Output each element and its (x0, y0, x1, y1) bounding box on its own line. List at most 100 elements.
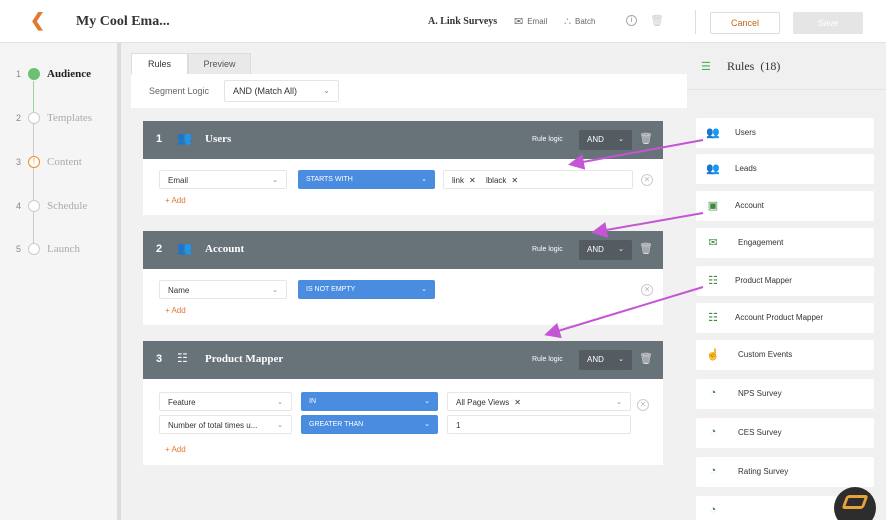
product-mapper-icon: ☷ (708, 312, 718, 324)
envelope-icon: ✉ (708, 237, 718, 249)
chip-text: All Page Views (456, 398, 510, 407)
clear-row-icon[interactable]: ✕ (637, 399, 649, 411)
rule-item-label: Account (735, 201, 764, 210)
add-condition-link[interactable]: + Add (165, 445, 186, 454)
rule-number: 1 (156, 133, 163, 145)
rule-item-custom-events[interactable]: ☝ Custom Events (696, 340, 874, 370)
chevron-down-icon: ⌄ (421, 286, 427, 293)
cancel-button[interactable]: Cancel (710, 12, 780, 34)
rule-logic-label: Rule logic (532, 136, 563, 143)
close-icon[interactable]: ✕ (469, 176, 476, 185)
operator-select[interactable]: STARTS WITH ⌄ (298, 170, 435, 189)
step-empty-icon (28, 112, 40, 124)
field-select[interactable]: Name ⌄ (159, 280, 287, 299)
rule-body-users: Email ⌄ STARTS WITH ⌄ link ✕ lblack ✕ ✕ + … (143, 159, 663, 215)
trash-icon[interactable]: 🗑 (650, 14, 664, 27)
rule-item-leads[interactable]: 👥 Leads (696, 154, 874, 184)
rule-logic-dropdown[interactable]: AND ⌄ (579, 350, 632, 370)
rule-logic-label: Rule logic (532, 246, 563, 253)
email-tool[interactable]: ✉ Email (514, 15, 547, 28)
field-select[interactable]: Email ⌄ (159, 170, 287, 189)
rule-item-users[interactable]: 👥 Users (696, 118, 874, 148)
add-condition-link[interactable]: + Add (165, 196, 186, 205)
operator-value: IN (309, 398, 316, 405)
rule-item-nps-survey[interactable]: ◔ NPS Survey (696, 379, 874, 409)
field-select[interactable]: Number of total times u... ⌄ (159, 415, 292, 434)
rule-title: Users (205, 133, 232, 145)
chip-text: lblack (485, 176, 507, 185)
rule-logic-value: AND (587, 135, 604, 144)
main-panel: Rules Preview Segment Logic AND (Match A… (121, 43, 687, 520)
step-connector (33, 125, 34, 245)
step-number: 4 (16, 201, 22, 211)
chevron-down-icon: ⌄ (277, 399, 283, 406)
rule-logic-dropdown[interactable]: AND ⌄ (579, 130, 632, 150)
info-icon[interactable]: i (626, 15, 637, 26)
step-content[interactable]: 3 ! Content (16, 156, 82, 168)
rule-item-rating-survey[interactable]: ◔ Rating Survey (696, 457, 874, 487)
step-audience[interactable]: 1 Audience (16, 68, 91, 80)
survey-icon: ◔ (709, 426, 717, 438)
rule-title: Product Mapper (205, 353, 284, 365)
step-launch[interactable]: 5 Launch (16, 243, 80, 255)
add-condition-link[interactable]: + Add (165, 306, 186, 315)
rule-item-product-mapper[interactable]: ☷ Product Mapper (696, 266, 874, 296)
trash-icon[interactable]: 🗑 (639, 352, 653, 365)
header-divider (695, 10, 696, 34)
segment-logic-label: Segment Logic (149, 86, 210, 96)
segment-logic-dropdown[interactable]: AND (Match All) ⌄ (224, 80, 339, 102)
operator-value: IS NOT EMPTY (306, 286, 356, 293)
rule-logic-dropdown[interactable]: AND ⌄ (579, 240, 632, 260)
step-templates[interactable]: 2 Templates (16, 112, 92, 124)
list-icon: ☰ (701, 61, 711, 73)
field-value: Number of total times u... (168, 421, 258, 430)
rule-body-account: Name ⌄ IS NOT EMPTY ⌄ ✕ + Add (143, 269, 663, 325)
rule-item-label: Custom Events (738, 350, 793, 359)
envelope-icon: ✉ (514, 16, 524, 28)
clear-row-icon[interactable]: ✕ (641, 284, 653, 296)
value-select[interactable]: All Page Views ✕ ⌄ (447, 392, 631, 411)
rule-item-label: Rating Survey (738, 467, 789, 476)
value-input[interactable]: 1 (447, 415, 631, 434)
batch-icon: ∴ (564, 16, 571, 28)
step-schedule[interactable]: 4 Schedule (16, 200, 87, 212)
operator-select[interactable]: IS NOT EMPTY ⌄ (298, 280, 435, 299)
users-icon: 👥 (177, 241, 192, 255)
rule-item-ces-survey[interactable]: ◔ CES Survey (696, 418, 874, 448)
clear-row-icon[interactable]: ✕ (641, 174, 653, 186)
rule-item-account-product-mapper[interactable]: ☷ Account Product Mapper (696, 303, 874, 333)
step-complete-icon (28, 68, 40, 80)
step-label: Content (47, 156, 82, 168)
tab-rules[interactable]: Rules (131, 53, 188, 74)
rule-item-engagement[interactable]: ✉ Engagement (696, 228, 874, 258)
trash-icon[interactable]: 🗑 (639, 132, 653, 145)
chevron-down-icon: ⌄ (323, 86, 330, 95)
step-number: 1 (16, 69, 22, 79)
field-select[interactable]: Feature ⌄ (159, 392, 292, 411)
rule-item-label: NPS Survey (738, 389, 782, 398)
survey-label[interactable]: A. Link Surveys (428, 16, 497, 27)
close-icon[interactable]: ✕ (511, 176, 518, 185)
rules-panel-header: ☰ Rules (18) (687, 43, 886, 90)
operator-select[interactable]: IN ⌄ (301, 392, 438, 411)
value-input[interactable]: link ✕ lblack ✕ (443, 170, 633, 189)
rule-item-account[interactable]: ▣ Account (696, 191, 874, 221)
rules-title: Rules (727, 59, 755, 73)
tab-preview[interactable]: Preview (188, 53, 251, 74)
survey-icon: ◔ (709, 504, 717, 516)
segment-logic-value: AND (Match All) (233, 86, 298, 96)
trash-icon[interactable]: 🗑 (639, 242, 653, 255)
survey-icon: ◔ (709, 465, 717, 477)
batch-tool[interactable]: ∴ Batch (564, 15, 595, 28)
step-empty-icon (28, 243, 40, 255)
rules-panel: ☰ Rules (18) 👥 Users 👥 Leads ▣ Account ✉… (687, 43, 886, 520)
top-header: ❮ My Cool Ema... A. Link Surveys ✉ Email… (0, 0, 886, 43)
chevron-down-icon: ⌄ (277, 422, 283, 429)
step-label: Audience (47, 68, 91, 80)
rule-header-account: 2 👥 Account Rule logic AND ⌄ 🗑 (143, 231, 663, 269)
operator-select[interactable]: GREATER THAN ⌄ (301, 415, 438, 434)
rule-header-product-mapper: 3 ☷ Product Mapper Rule logic AND ⌄ 🗑 (143, 341, 663, 379)
back-chevron-icon[interactable]: ❮ (30, 10, 45, 31)
close-icon[interactable]: ✕ (514, 398, 521, 407)
save-button[interactable]: Save (793, 12, 863, 34)
